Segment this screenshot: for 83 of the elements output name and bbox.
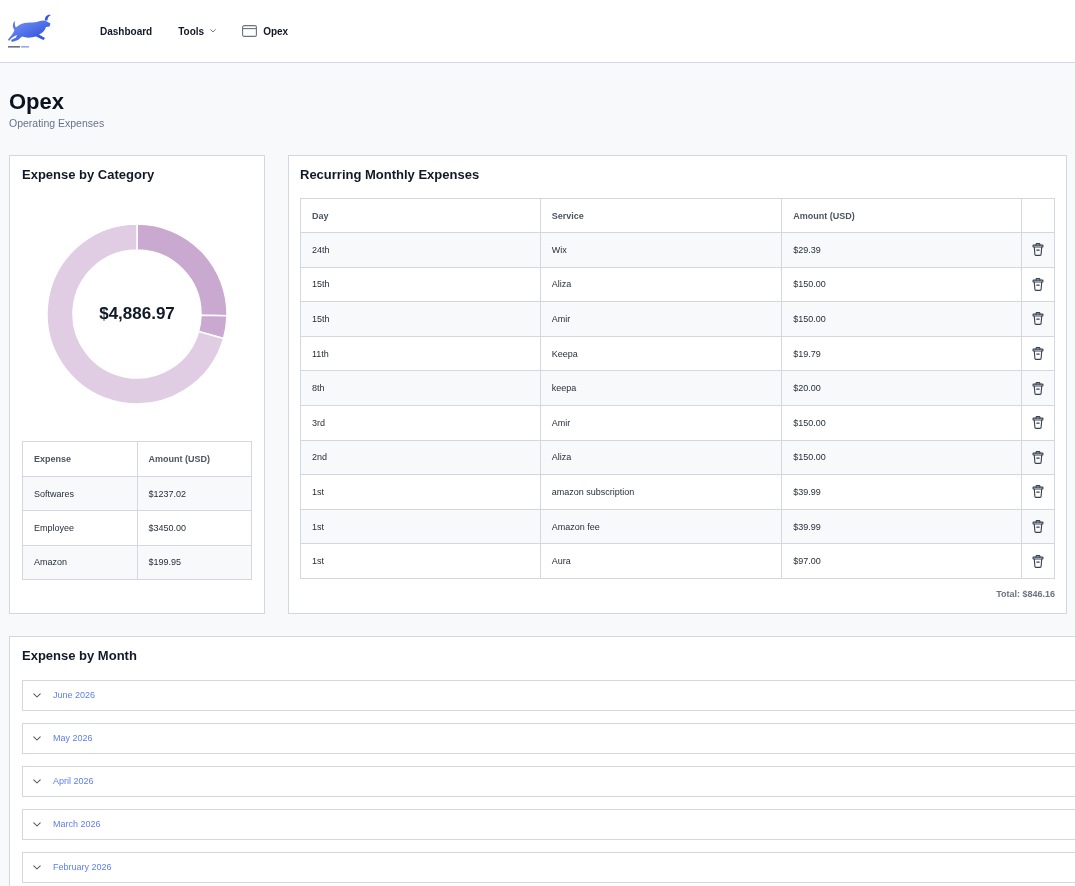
table-cell: $1237.02 [137,476,252,511]
table-cell: Amazon [22,545,137,580]
trash-icon [1032,243,1044,257]
total-amount: Total: $846.16 [995,588,1055,599]
chevron-down-icon [210,29,217,33]
table-cell: Keepa [540,336,782,371]
donut-total: $4,886.97 [99,304,175,324]
column-header: Day [300,198,541,233]
chevron-down-icon [33,693,41,698]
card-title: Expense by Category [22,167,156,183]
table-cell: Amir [540,405,782,441]
table-cell: 1st [300,474,541,510]
month-accordion-item[interactable]: March 2026 [22,808,1075,840]
delete-button[interactable] [1031,519,1045,535]
window-icon [242,25,258,37]
nav-link[interactable]: Opex [242,25,289,37]
table-cell: $150.00 [781,405,1022,441]
page-subtitle: Operating Expenses [9,116,106,130]
table-cell: 1st [300,509,541,544]
delete-button[interactable] [1031,346,1045,362]
table-cell: 1st [300,543,541,579]
month-accordion-item[interactable]: April 2026 [22,765,1075,797]
table-cell: Aliza [540,440,782,475]
table-cell: $97.00 [781,543,1022,579]
month-accordion-item[interactable]: May 2026 [22,722,1075,754]
trash-icon [1032,520,1044,534]
table-cell: $150.00 [781,267,1022,302]
chevron-down-icon [33,865,41,870]
nav-dropdown[interactable]: Tools [178,25,217,37]
table-cell: 24th [300,232,541,268]
trash-icon [1032,312,1044,326]
trash-icon [1032,554,1044,568]
table-cell: Aliza [540,267,782,302]
page-title: Opex [9,89,66,115]
chevron-down-icon [33,822,41,827]
table-cell: Amazon fee [540,509,782,544]
trash-icon [1032,381,1044,395]
delete-button[interactable] [1031,276,1045,292]
table-cell: keepa [540,370,782,406]
delete-button[interactable] [1031,484,1045,500]
table-cell: 3rd [300,405,541,441]
table-cell: $199.95 [137,545,252,580]
column-header: Service [540,198,782,233]
table-cell: Wix [540,232,782,268]
column-header: Amount (USD) [781,198,1022,233]
delete-button[interactable] [1031,449,1045,465]
delete-button[interactable] [1031,415,1045,431]
table-cell: $150.00 [781,301,1022,337]
delete-button[interactable] [1031,553,1045,569]
table-cell: 11th [300,336,541,371]
delete-button[interactable] [1031,311,1045,327]
table-cell: $19.79 [781,336,1022,371]
table-cell: Softwares [22,476,137,511]
nav-link[interactable]: Dashboard [100,25,153,37]
delete-button[interactable] [1031,380,1045,396]
column-header: Amount (USD) [137,441,252,477]
table-cell: 15th [300,301,541,337]
month-accordion-item[interactable]: June 2026 [22,679,1075,711]
table-cell: 2nd [300,440,541,475]
trash-icon [1032,347,1044,361]
table-cell: amazon subscription [540,474,782,510]
month-accordion-item[interactable]: February 2026 [22,851,1075,883]
table-cell: $3450.00 [137,510,252,546]
table-cell: Aura [540,543,782,579]
column-header: Expense [22,441,137,477]
trash-icon [1032,450,1044,464]
table-cell: Employee [22,510,137,546]
trash-icon [1032,416,1044,430]
table-cell: $150.00 [781,440,1022,475]
table-cell: $29.39 [781,232,1022,268]
table-cell: $39.99 [781,509,1022,544]
table-cell: Amir [540,301,782,337]
card-title: Recurring Monthly Expenses [300,167,481,183]
chevron-down-icon [33,736,41,741]
chevron-down-icon [33,779,41,784]
table-cell: $39.99 [781,474,1022,510]
table-cell: $20.00 [781,370,1022,406]
trash-icon [1032,277,1044,291]
delete-button[interactable] [1031,242,1045,258]
table-cell: 8th [300,370,541,406]
trash-icon [1032,485,1044,499]
card-title: Expense by Month [22,647,138,664]
table-cell: 15th [300,267,541,302]
